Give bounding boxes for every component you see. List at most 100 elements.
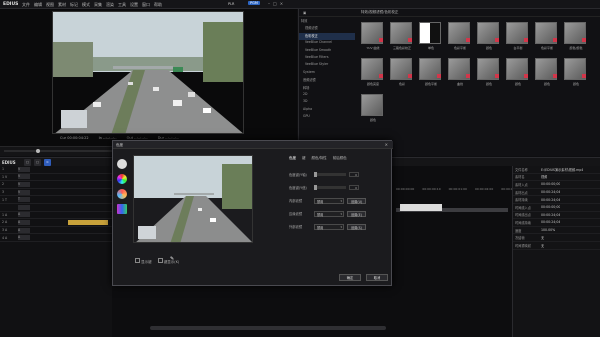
effect-tile[interactable]: 单色	[419, 22, 443, 54]
tree-item[interactable]: 2D	[299, 92, 355, 99]
tree-item[interactable]: VeeBlue Smooth	[299, 48, 355, 55]
video-clip[interactable]	[400, 204, 442, 211]
value-slider[interactable]	[314, 185, 346, 190]
tree-item[interactable]: 特效	[299, 18, 355, 25]
effect-tile[interactable]: 颜色	[535, 58, 559, 90]
tree-item[interactable]: GPU	[299, 114, 355, 121]
menu-item[interactable]: 文件	[22, 2, 30, 8]
dialog-tab[interactable]: 键	[302, 156, 306, 161]
slider-handle[interactable]	[314, 172, 317, 177]
menu-item[interactable]: 工具	[118, 2, 126, 8]
filter-select[interactable]: 禁用	[314, 223, 344, 230]
value-field[interactable]: 0	[349, 185, 359, 190]
slider-handle[interactable]	[314, 185, 317, 190]
track-toggle[interactable]	[18, 204, 30, 210]
value-slider[interactable]	[314, 172, 346, 177]
menu-item[interactable]: 帮助	[154, 2, 162, 8]
effect-tile[interactable]: 颜色/颜色	[564, 22, 588, 54]
cancel-button[interactable]: 取消	[366, 274, 388, 281]
audio-clip[interactable]	[68, 220, 108, 225]
track-row[interactable]: 4 A A	[0, 234, 112, 242]
pgm-badge[interactable]: PGM	[248, 1, 260, 5]
effect-tile[interactable]: YUV 曲线	[361, 22, 385, 54]
menu-item[interactable]: 设置	[130, 2, 138, 8]
close-icon[interactable]: ×	[280, 1, 283, 6]
eyedropper-icon[interactable]	[117, 159, 127, 169]
plr-badge[interactable]: PLR	[228, 2, 235, 6]
timeline-scrollbar[interactable]	[150, 326, 386, 330]
filter-select[interactable]: 禁用	[314, 197, 344, 204]
track-toggle[interactable]: V	[18, 166, 30, 172]
track-toggle[interactable]: A	[18, 212, 30, 218]
dialog-tab[interactable]: 前后颜色	[333, 156, 347, 161]
property-value: 00:00:24;04	[541, 190, 561, 195]
track-row[interactable]: 1 T T	[0, 196, 112, 204]
key-display-checkbox[interactable]: 键显示(K)	[157, 258, 179, 265]
effect-tile[interactable]: 曲线	[448, 58, 472, 90]
menu-item[interactable]: 视图	[46, 2, 54, 8]
tree-item[interactable]: VeeBlue Channel	[299, 40, 355, 47]
track-toggle[interactable]: T	[18, 197, 30, 203]
maximize-icon[interactable]: □	[273, 1, 277, 6]
menu-item[interactable]: 窗口	[142, 2, 150, 8]
filter-select[interactable]: 禁用	[314, 210, 344, 217]
tree-item[interactable]: System	[299, 70, 355, 77]
dialog-tab[interactable]: 色度	[289, 156, 296, 161]
gradient-icon[interactable]	[117, 189, 127, 199]
effect-tile[interactable]: 白平衡	[506, 22, 530, 54]
tree-item[interactable]: 音频滤镜	[299, 77, 355, 84]
track-toggle[interactable]: V	[18, 174, 30, 180]
effect-tile[interactable]: 颜色亮度	[361, 58, 385, 90]
effect-tile[interactable]: 色彩平衡	[448, 22, 472, 54]
tree-item[interactable]: VeeBlue Filters	[299, 55, 355, 62]
track-row[interactable]: 3 A A	[0, 227, 112, 235]
track-row[interactable]: 1 V V	[0, 174, 112, 182]
tree-item[interactable]: 转场	[299, 85, 355, 92]
settings-button[interactable]: 设置(E)	[347, 210, 366, 217]
effect-tile[interactable]: 颜色	[477, 58, 501, 90]
palette-icon[interactable]	[117, 204, 127, 214]
minimize-icon[interactable]: –	[268, 1, 270, 6]
track-toggle[interactable]: A	[18, 219, 30, 225]
track-toggle[interactable]: V	[18, 189, 30, 195]
track-row[interactable]: 1 A A	[0, 212, 112, 220]
effect-tile[interactable]: 颜色	[361, 94, 385, 126]
settings-button[interactable]: 设置(S)	[347, 223, 366, 230]
color-wheel-icon[interactable]	[117, 174, 127, 184]
effect-tile[interactable]: 颜色	[506, 58, 530, 90]
tree-item[interactable]: VeeBlue Styler	[299, 62, 355, 69]
track-row[interactable]: 2V	[0, 181, 112, 189]
timeline-tool-button[interactable]: □	[24, 159, 31, 166]
track-row[interactable]: 3V	[0, 189, 112, 197]
effect-tile[interactable]: 颜色	[477, 22, 501, 54]
track-toggle[interactable]: A	[18, 235, 30, 241]
track-toggle[interactable]: V	[18, 181, 30, 187]
tree-item[interactable]: 色彩校正	[299, 32, 355, 41]
effect-tile[interactable]: 颜色	[564, 58, 588, 90]
menu-item[interactable]: 渲染	[106, 2, 114, 8]
track-toggle[interactable]: A	[18, 227, 30, 233]
effect-tile[interactable]: 颜色平衡	[419, 58, 443, 90]
dialog-tab[interactable]: 颜色/特性	[312, 156, 327, 161]
show-key-checkbox[interactable]: 显示键	[135, 258, 152, 265]
timeline-tool-button[interactable]: C	[44, 159, 51, 166]
menu-item[interactable]: 模式	[82, 2, 90, 8]
effect-tile[interactable]: 色彩平衡	[535, 22, 559, 54]
effect-tile[interactable]: 三路色彩校正	[390, 22, 414, 54]
tree-item[interactable]: 视频滤镜	[299, 25, 355, 32]
tree-item[interactable]: Alpha	[299, 107, 355, 114]
track-row[interactable]: 1V	[0, 166, 112, 174]
tree-item[interactable]: 3D	[299, 99, 355, 106]
effect-tile[interactable]: 色彩	[390, 58, 414, 90]
menu-item[interactable]: 编辑	[34, 2, 42, 8]
ok-button[interactable]: 确定	[339, 274, 361, 281]
menu-item[interactable]: 标记	[70, 2, 78, 8]
close-icon[interactable]: ×	[385, 142, 388, 147]
track-row[interactable]	[0, 204, 112, 212]
value-field[interactable]: 0	[349, 172, 359, 177]
playback-slider-handle[interactable]	[36, 149, 40, 153]
menu-item[interactable]: 采集	[94, 2, 102, 8]
menu-item[interactable]: 素材	[58, 2, 66, 8]
settings-button[interactable]: 设置(U)	[347, 197, 367, 204]
timeline-tool-button[interactable]: □	[34, 159, 41, 166]
